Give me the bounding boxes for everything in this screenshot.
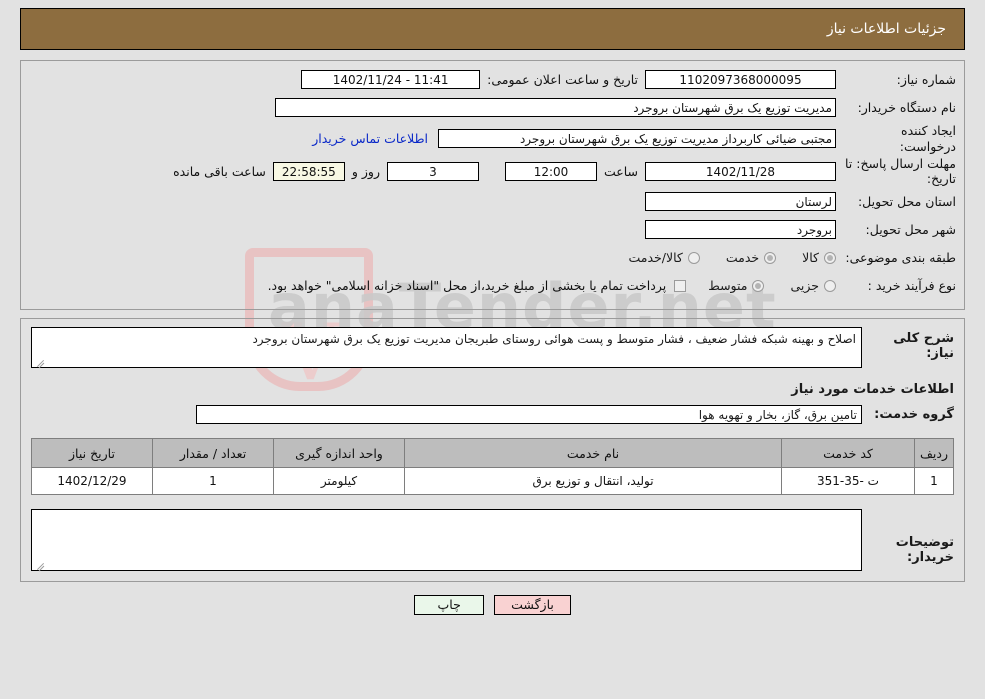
general-description-row: شرح کلی نیاز: اصلاح و بهینه شبکه فشار ضع… [31, 327, 954, 368]
table-header-service-code: کد خدمت [781, 438, 915, 468]
table-header-need-date: تاریخ نیاز [31, 438, 153, 468]
page-title: جزئیات اطلاعات نیاز [826, 21, 946, 37]
buyer-org-label: نام دستگاه خریدار: [857, 99, 956, 115]
delivery-city-row: شهر محل تحویل: بروجرد [29, 217, 956, 242]
radio-icon[interactable] [764, 251, 777, 264]
delivery-province-value[interactable]: لرستان [645, 192, 836, 211]
table-header-quantity: تعداد / مقدار [152, 438, 274, 468]
request-creator-row: ایجاد کننده درخواست: مجتبی ضیائی کاربردا… [29, 123, 956, 154]
category-option-label: کالا/خدمت [628, 250, 683, 265]
cell-service-name: تولید، انتقال و توزیع برق [404, 467, 782, 495]
deadline-date-value[interactable]: 1402/11/28 [645, 162, 836, 182]
process-option-jozei[interactable]: جزیی [768, 278, 836, 293]
service-group-value[interactable]: تامین برق، گاز، بخار و تهویه هوا [196, 405, 862, 424]
need-details-panel: شرح کلی نیاز: اصلاح و بهینه شبکه فشار ضع… [20, 318, 965, 582]
deadline-hour-label: ساعت [603, 164, 638, 180]
purchase-process-row: نوع فرآیند خرید : جزیی متوسط پرداخت تمام… [29, 273, 956, 298]
deadline-row: مهلت ارسال پاسخ: تا تاریخ: 1402/11/28 سا… [29, 157, 956, 186]
subject-category-label: طبقه بندی موضوعی: [845, 249, 956, 265]
category-option-kala-khedmat[interactable]: کالا/خدمت [606, 250, 700, 265]
service-group-label: گروه خدمت: [874, 407, 954, 422]
process-option-label: جزیی [790, 278, 819, 293]
subject-category-radios: کالا خدمت کالا/خدمت [606, 250, 836, 265]
back-button[interactable]: بازگشت [494, 595, 571, 615]
radio-icon[interactable] [824, 251, 836, 264]
announce-label: تاریخ و ساعت اعلان عمومی: [487, 72, 638, 87]
cell-unit: کیلومتر [273, 467, 405, 495]
category-option-label: خدمت [725, 250, 760, 265]
request-creator-value[interactable]: مجتبی ضیائی کاربرداز مدیریت توزیع یک برق… [438, 129, 836, 149]
general-description-text: اصلاح و بهینه شبکه فشار ضعیف ، فشار متوس… [252, 332, 856, 346]
need-info-panel: شماره نیاز: 1102097368000095 تاریخ و ساع… [20, 60, 965, 310]
need-number-row: شماره نیاز: 1102097368000095 تاریخ و ساع… [29, 67, 956, 92]
radio-icon[interactable] [824, 279, 836, 292]
treasury-docs-checkbox[interactable] [674, 279, 687, 292]
delivery-city-label: شهر محل تحویل: [865, 221, 956, 237]
services-table: ردیف کد خدمت نام خدمت واحد اندازه گیری ت… [31, 438, 954, 495]
radio-icon[interactable] [687, 251, 700, 264]
process-option-motavaset[interactable]: متوسط [686, 278, 765, 293]
services-section-title: اطلاعات خدمات مورد نیاز [791, 382, 954, 397]
delivery-city-value[interactable]: بروجرد [645, 220, 836, 239]
buyer-notes-value[interactable] [31, 509, 862, 571]
category-option-label: کالا [802, 250, 819, 265]
cell-need-date: 1402/12/29 [31, 467, 153, 495]
need-number-value[interactable]: 1102097368000095 [645, 70, 836, 89]
process-option-label: متوسط [708, 278, 748, 293]
deadline-hour-value[interactable]: 12:00 [504, 162, 597, 182]
page-header: جزئیات اطلاعات نیاز [20, 8, 965, 50]
table-header-row: ردیف کد خدمت نام خدمت واحد اندازه گیری ت… [31, 438, 954, 468]
general-description-label: شرح کلی نیاز: [893, 331, 954, 361]
table-row[interactable]: 1 ت -35-351 تولید، انتقال و توزیع برق کی… [31, 467, 954, 495]
remaining-time-countdown: 22:58:55 [272, 162, 345, 182]
buyer-contact-link[interactable]: اطلاعات تماس خریدار [302, 131, 438, 146]
general-description-value[interactable]: اصلاح و بهینه شبکه فشار ضعیف ، فشار متوس… [31, 327, 862, 368]
service-group-row: گروه خدمت: تامین برق، گاز، بخار و تهویه … [31, 405, 954, 424]
remaining-days-label: روز و [351, 164, 380, 180]
cell-radif: 1 [914, 467, 954, 495]
buyer-org-value[interactable]: مدیریت توزیع یک برق شهرستان بروجرد [275, 98, 836, 117]
cell-service-code: ت -35-351 [781, 467, 915, 495]
remaining-time-suffix: ساعت باقی مانده [173, 164, 266, 180]
table-header-unit: واحد اندازه گیری [273, 438, 405, 468]
category-option-kala[interactable]: کالا [780, 250, 836, 265]
cell-quantity: 1 [152, 467, 274, 495]
print-button[interactable]: چاپ [414, 595, 485, 615]
resize-handle-icon[interactable] [35, 356, 45, 366]
resize-handle-icon[interactable] [35, 559, 45, 569]
footer-actions: بازگشت چاپ [0, 595, 985, 615]
buyer-notes-row: توضیحات خریدار: [31, 509, 954, 571]
deadline-label: مهلت ارسال پاسخ: تا تاریخ: [845, 156, 956, 186]
treasury-docs-note: پرداخت تمام یا بخشی از مبلغ خرید،از محل … [267, 278, 667, 293]
radio-icon[interactable] [752, 279, 765, 292]
purchase-process-radios: جزیی متوسط [686, 278, 836, 293]
table-header-radif: ردیف [914, 438, 954, 468]
buyer-notes-label: توضیحات خریدار: [895, 535, 954, 565]
need-number-label: شماره نیاز: [896, 71, 956, 87]
purchase-process-label: نوع فرآیند خرید : [867, 277, 956, 293]
category-option-khedmat[interactable]: خدمت [704, 250, 777, 265]
remaining-days-value[interactable]: 3 [386, 162, 479, 182]
subject-category-row: طبقه بندی موضوعی: کالا خدمت کالا/خدمت [29, 245, 956, 270]
delivery-province-row: استان محل تحویل: لرستان [29, 189, 956, 214]
table-header-service-name: نام خدمت [404, 438, 782, 468]
request-creator-label: ایجاد کننده درخواست: [899, 123, 956, 154]
announce-datetime-value[interactable]: 11:41 - 1402/11/24 [301, 70, 481, 89]
delivery-province-label: استان محل تحویل: [857, 193, 956, 209]
buyer-org-row: نام دستگاه خریدار: مدیریت توزیع یک برق ش… [29, 95, 956, 120]
